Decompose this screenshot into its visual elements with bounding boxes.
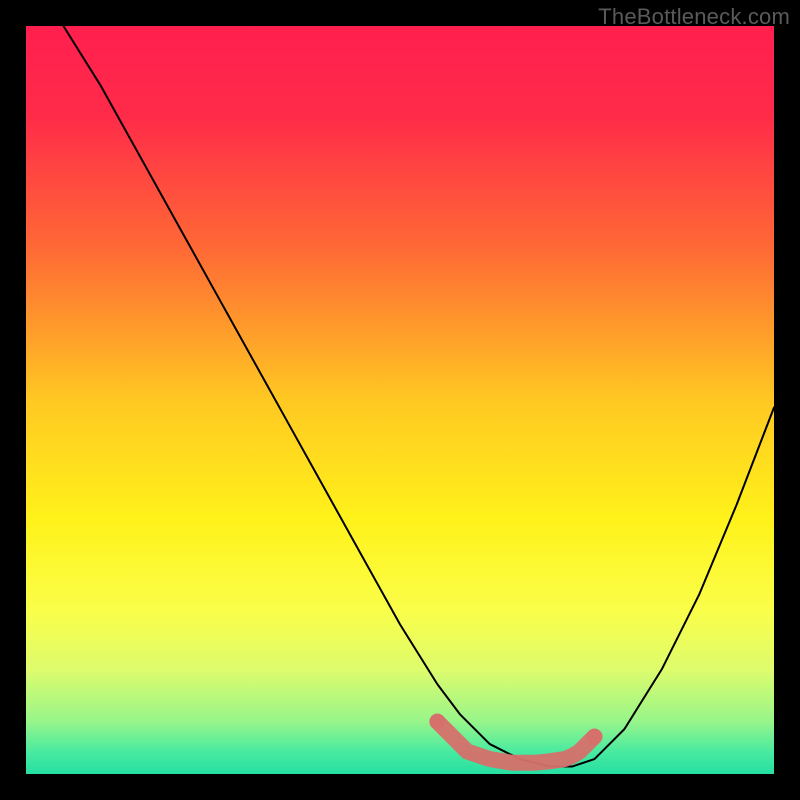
chart-svg	[26, 26, 774, 774]
gradient-background	[26, 26, 774, 774]
optimal-region-endpoint	[586, 729, 602, 745]
optimal-region-endpoint	[429, 714, 445, 730]
watermark-text: TheBottleneck.com	[598, 4, 790, 30]
plot-area	[26, 26, 774, 774]
chart-frame: TheBottleneck.com	[0, 0, 800, 800]
